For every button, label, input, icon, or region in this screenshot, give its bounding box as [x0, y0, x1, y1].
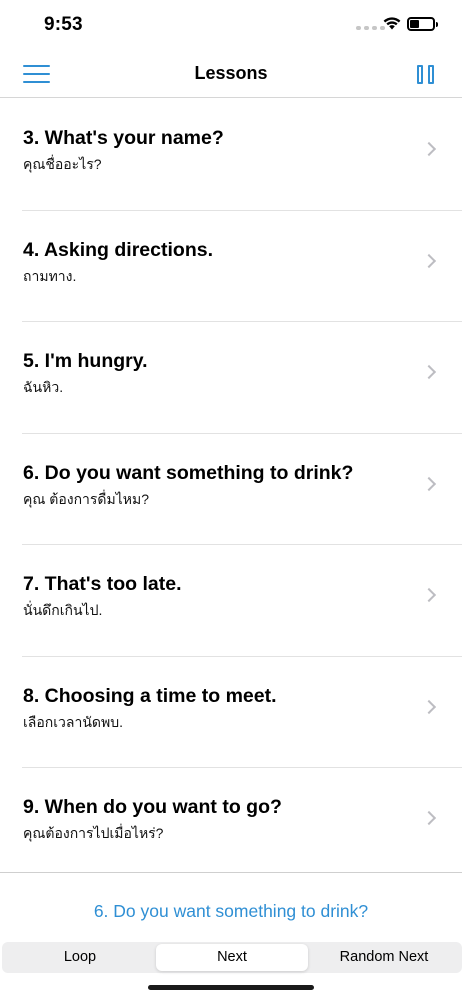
- lesson-title: 6. Do you want something to drink?: [23, 461, 354, 484]
- lesson-subtitle: ฉันหิว.: [23, 379, 64, 395]
- battery-icon: [407, 17, 438, 31]
- lesson-row[interactable]: 6. Do you want something to drink? คุณ ต…: [22, 434, 462, 545]
- lesson-title: 9. When do you want to go?: [23, 796, 282, 818]
- segment-next[interactable]: Next: [156, 944, 308, 971]
- now-playing-title[interactable]: 6. Do you want something to drink?: [0, 901, 462, 922]
- cellular-signal-icon: [356, 26, 385, 30]
- segment-random-next[interactable]: Random Next: [308, 944, 460, 971]
- navigation-bar: Lessons: [0, 50, 462, 98]
- wifi-icon: [383, 17, 401, 30]
- lesson-list: 3. What's your name? คุณชื่ออะไร? 4. Ask…: [0, 99, 462, 880]
- page-title: Lessons: [194, 63, 268, 83]
- chevron-right-icon: [421, 810, 437, 826]
- lesson-title: 7. That's too late.: [23, 573, 182, 595]
- lesson-subtitle: เลือกเวลานัดพบ.: [23, 713, 124, 730]
- lesson-title: 3. What's your name?: [23, 127, 224, 149]
- lesson-subtitle: คุณชื่ออะไร?: [23, 156, 102, 172]
- segment-loop[interactable]: Loop: [4, 944, 156, 971]
- chevron-right-icon: [421, 476, 437, 491]
- status-bar: 9:53: [0, 0, 462, 50]
- lesson-row[interactable]: 3. What's your name? คุณชื่ออะไร?: [22, 99, 462, 211]
- lesson-title: 5. I'm hungry.: [23, 350, 148, 372]
- lessons-screen: 9:53 Lessons 3. What's your name? คุณชื่…: [0, 0, 462, 1000]
- lesson-subtitle: คุณต้องการไปเมื่อไหร่?: [23, 825, 164, 841]
- lesson-row[interactable]: 7. That's too late. นั่นดึกเกินไป.: [22, 545, 462, 657]
- chevron-right-icon: [421, 587, 437, 603]
- status-time: 9:53: [44, 14, 83, 35]
- now-playing-panel: 6. Do you want something to drink?: [0, 872, 462, 944]
- lesson-title: 4. Asking directions.: [23, 238, 213, 261]
- lesson-subtitle: คุณ ต้องการดื่มไหม?: [23, 490, 150, 507]
- lesson-title: 8. Choosing a time to meet.: [23, 684, 277, 707]
- pause-icon[interactable]: [417, 65, 436, 84]
- lesson-row[interactable]: 8. Choosing a time to meet. เลือกเวลานัด…: [22, 657, 462, 768]
- lesson-row[interactable]: 9. When do you want to go? คุณต้องการไปเ…: [22, 768, 462, 880]
- lesson-subtitle: นั่นดึกเกินไป.: [23, 602, 103, 618]
- lesson-row[interactable]: 5. I'm hungry. ฉันหิว.: [22, 322, 462, 434]
- chevron-right-icon: [421, 141, 437, 157]
- lesson-subtitle: ถามทาง.: [23, 267, 77, 284]
- chevron-right-icon: [421, 364, 437, 380]
- home-indicator: [148, 985, 314, 990]
- lesson-row[interactable]: 4. Asking directions. ถามทาง.: [22, 211, 462, 322]
- chevron-right-icon: [421, 253, 437, 268]
- chevron-right-icon: [421, 699, 437, 714]
- playback-mode-control: Loop Next Random Next: [2, 942, 462, 973]
